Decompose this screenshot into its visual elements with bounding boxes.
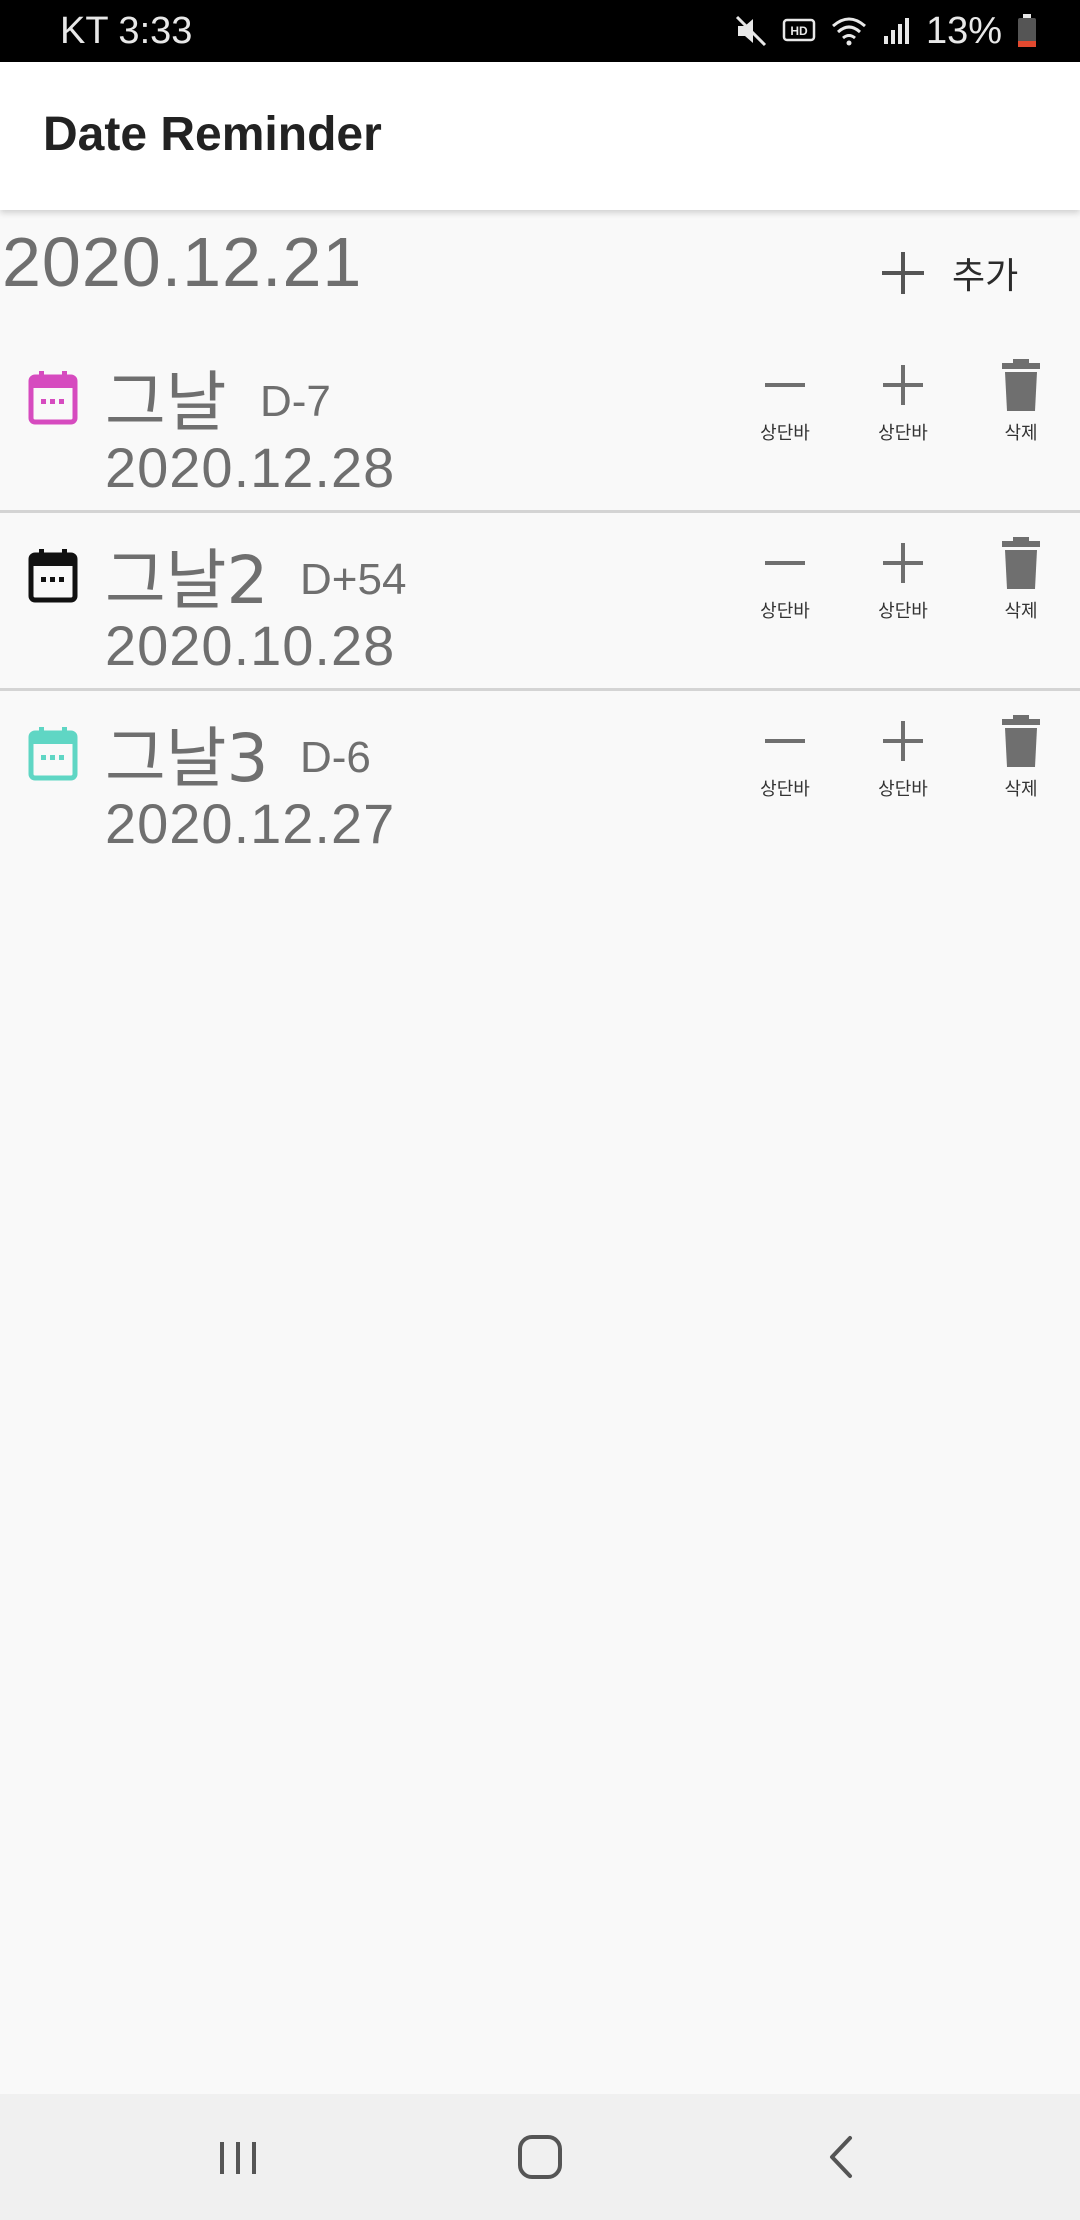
decrease-label: 상단바 — [760, 601, 810, 622]
calendar-icon — [28, 727, 78, 781]
delete-button[interactable]: 삭제 — [966, 357, 1076, 467]
today-date: 2020.12.21 — [2, 223, 363, 301]
trash-icon — [993, 713, 1049, 769]
decrease-button[interactable]: 상단바 — [730, 535, 840, 645]
calendar-icon — [28, 549, 78, 603]
item-dday: D-6 — [300, 733, 371, 782]
plus-icon — [875, 357, 931, 413]
increase-label: 상단바 — [878, 423, 928, 444]
minus-icon — [757, 713, 813, 769]
increase-label: 상단바 — [878, 779, 928, 800]
list-item[interactable]: 그날3 D-6 2020.12.27 상단바 상단바 삭제 — [0, 691, 1080, 869]
navigation-bar — [0, 2094, 1080, 2220]
trash-icon — [993, 357, 1049, 413]
calendar-icon — [28, 371, 78, 425]
hd-icon: HD — [782, 14, 816, 48]
delete-button[interactable]: 삭제 — [966, 713, 1076, 823]
status-bar: KT 3:33 HD 13% — [0, 0, 1080, 62]
minus-icon — [757, 357, 813, 413]
signal-icon — [882, 14, 912, 48]
add-label: 추가 — [952, 256, 1019, 297]
plus-icon — [875, 535, 931, 591]
mute-icon — [734, 14, 768, 48]
item-date: 2020.12.28 — [105, 436, 396, 499]
minus-icon — [757, 535, 813, 591]
delete-label: 삭제 — [1004, 601, 1038, 622]
item-name: 그날3 — [105, 720, 269, 797]
recent-apps-icon[interactable] — [198, 2124, 278, 2190]
add-button[interactable]: 추가 — [880, 238, 1018, 308]
app-bar: Date Reminder — [0, 62, 1080, 210]
decrease-label: 상단바 — [760, 779, 810, 800]
increase-button[interactable]: 상단바 — [848, 713, 958, 823]
item-date: 2020.10.28 — [105, 614, 396, 677]
delete-label: 삭제 — [1004, 779, 1038, 800]
back-icon[interactable] — [802, 2124, 882, 2190]
delete-label: 삭제 — [1004, 423, 1038, 444]
battery-percent: 13% — [925, 9, 1002, 52]
plus-icon — [875, 713, 931, 769]
status-icons: HD 13% — [734, 10, 1038, 52]
item-name: 그날 — [105, 364, 227, 441]
home-icon[interactable] — [500, 2124, 580, 2190]
decrease-button[interactable]: 상단바 — [730, 713, 840, 823]
item-dday: D+54 — [300, 555, 407, 604]
list-item[interactable]: 그날 D-7 2020.12.28 상단바 상단바 삭제 — [0, 335, 1080, 513]
decrease-button[interactable]: 상단바 — [730, 357, 840, 467]
list-item[interactable]: 그날2 D+54 2020.10.28 상단바 상단바 삭제 — [0, 513, 1080, 691]
item-dday: D-7 — [260, 377, 331, 426]
battery-icon — [1016, 13, 1038, 49]
increase-button[interactable]: 상단바 — [848, 535, 958, 645]
decrease-label: 상단바 — [760, 423, 810, 444]
increase-label: 상단바 — [878, 601, 928, 622]
app-title: Date Reminder — [43, 108, 382, 161]
svg-text:HD: HD — [790, 24, 808, 38]
delete-button[interactable]: 삭제 — [966, 535, 1076, 645]
increase-button[interactable]: 상단바 — [848, 357, 958, 467]
plus-icon — [880, 250, 926, 296]
trash-icon — [993, 535, 1049, 591]
wifi-icon — [830, 14, 868, 48]
item-date: 2020.12.27 — [105, 792, 396, 855]
item-name: 그날2 — [105, 542, 269, 619]
carrier-time: KT 3:33 — [60, 10, 193, 52]
